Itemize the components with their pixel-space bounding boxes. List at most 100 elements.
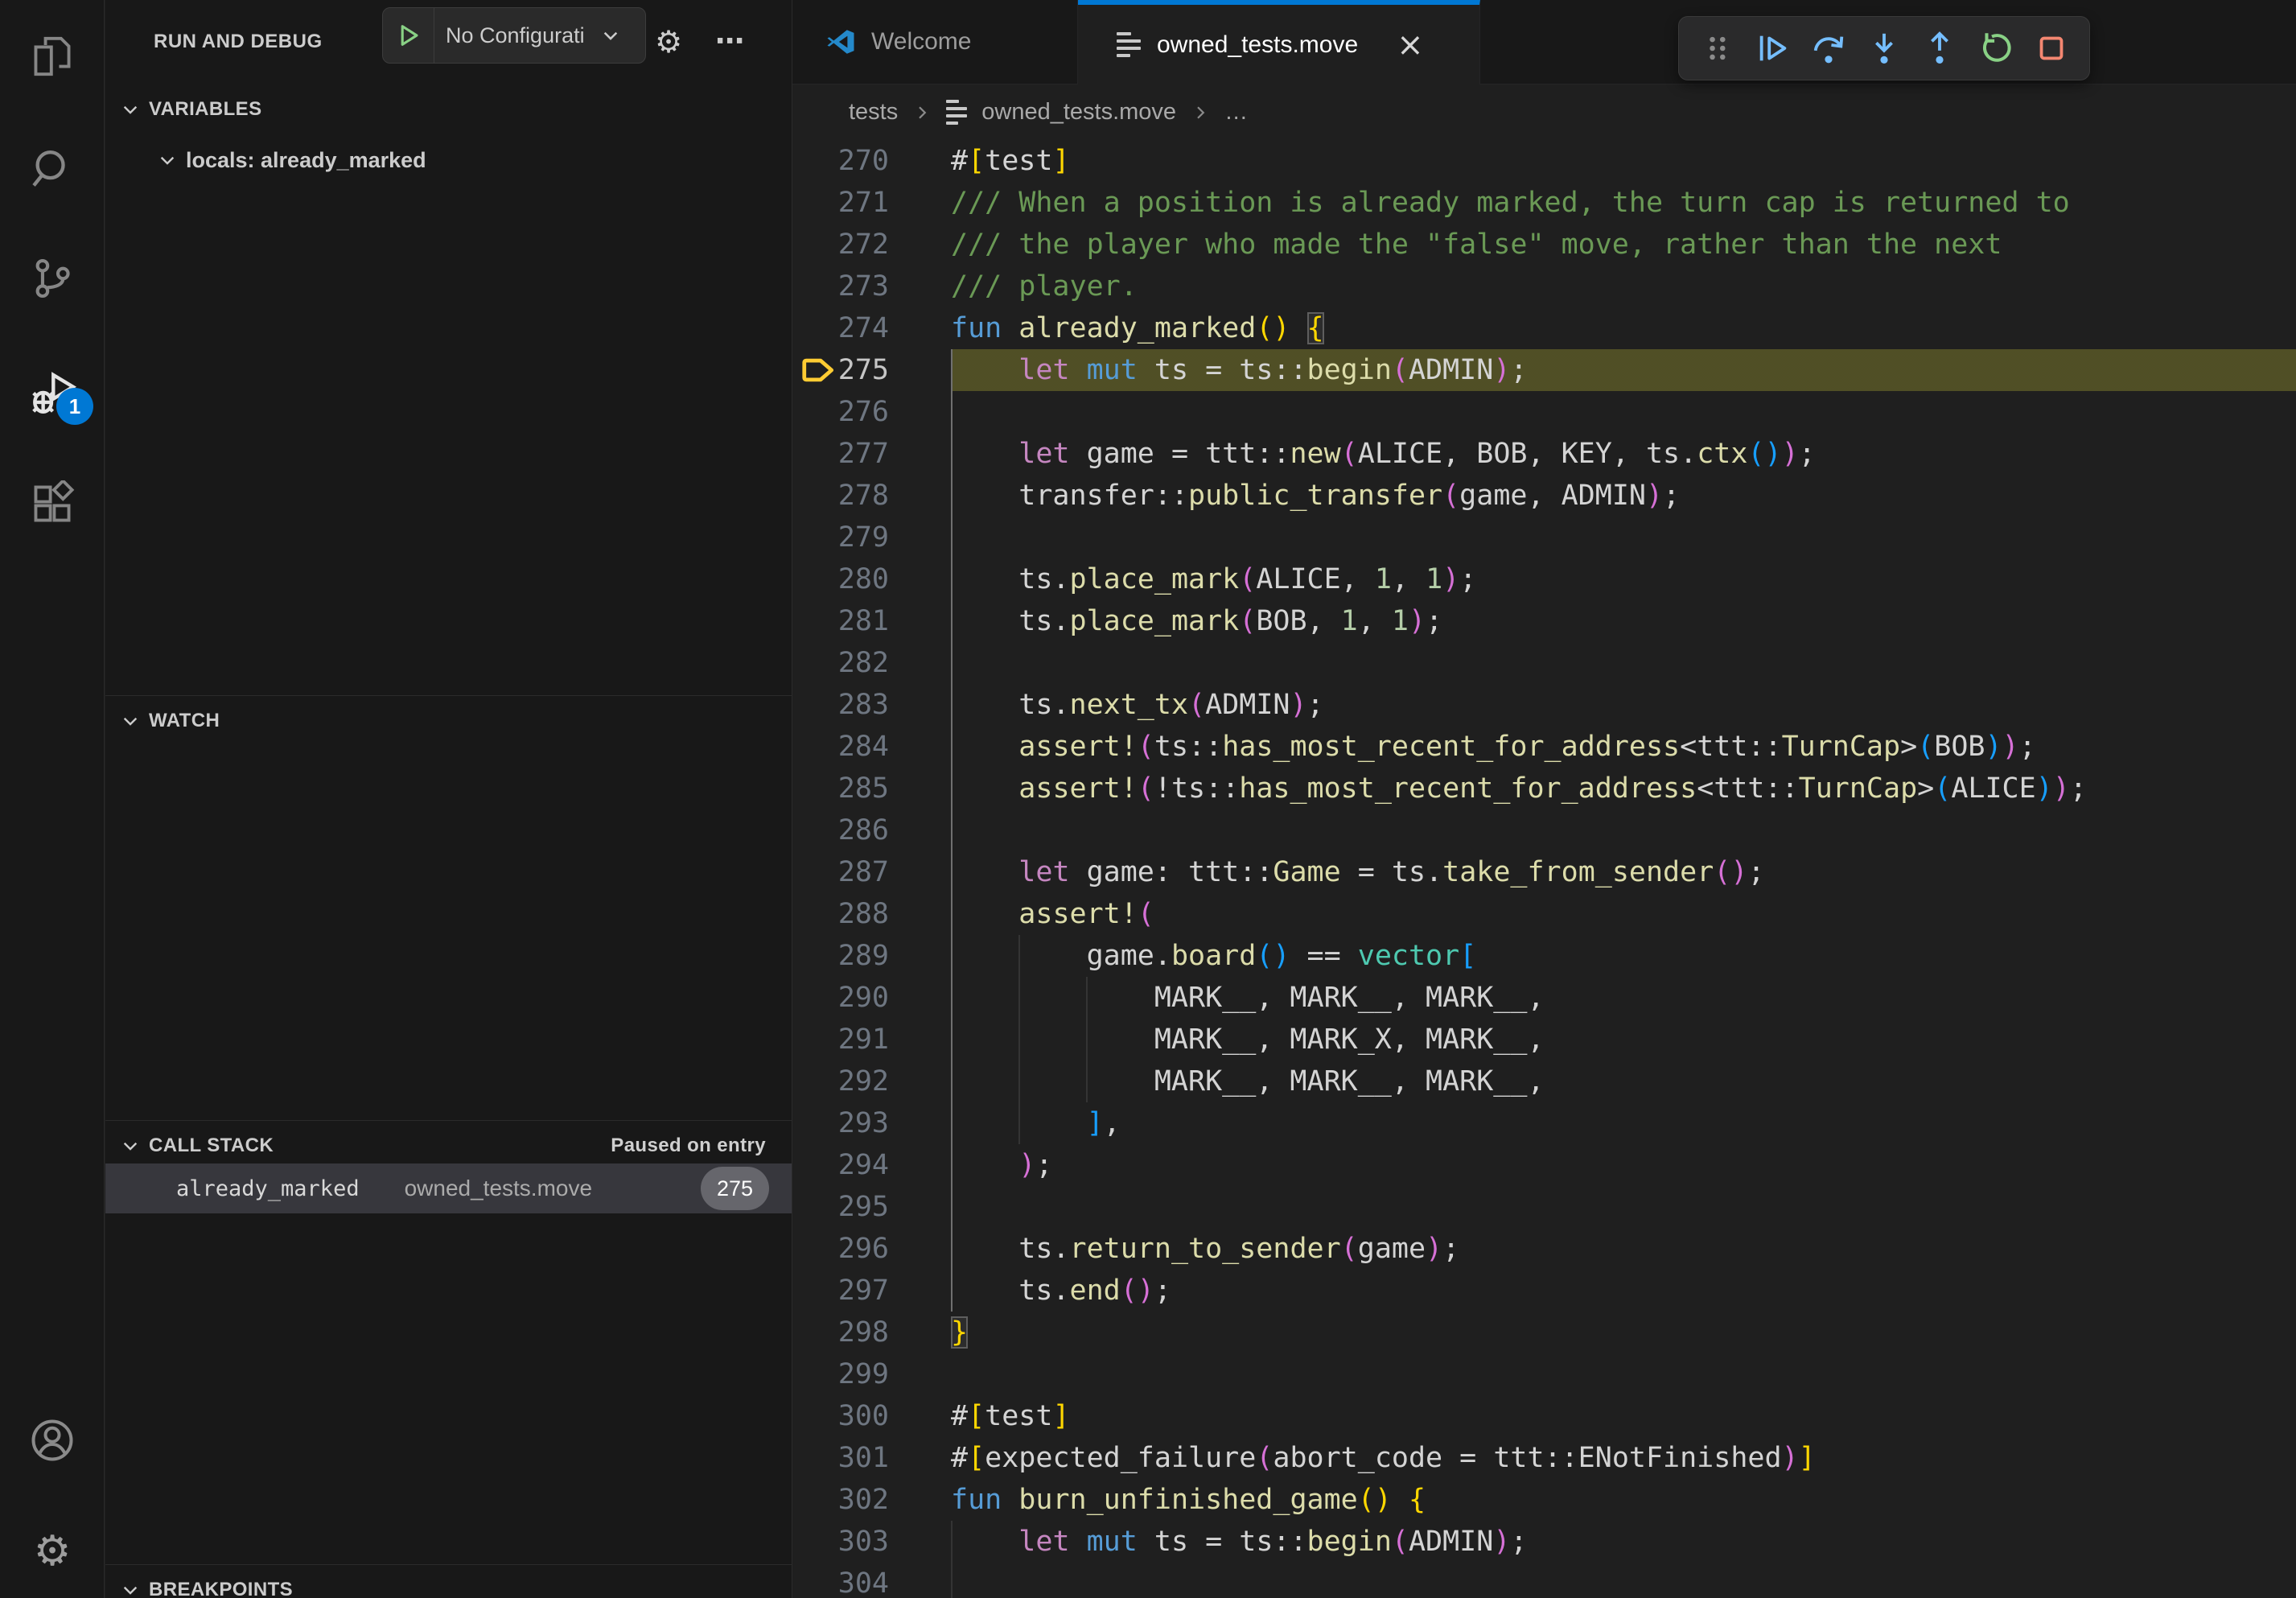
call-stack-section-header[interactable]: CALL STACK Paused on entry xyxy=(105,1125,792,1167)
restart-icon[interactable] xyxy=(1973,26,2018,71)
line-number-gutter[interactable]: 286 xyxy=(792,809,951,851)
breadcrumb-folder[interactable]: tests xyxy=(849,99,898,126)
start-debugging-button[interactable] xyxy=(383,8,434,63)
call-stack-frame-row[interactable]: already_marked owned_tests.move 275 xyxy=(105,1163,792,1213)
line-number-gutter[interactable]: 299 xyxy=(792,1353,951,1395)
line-number-gutter[interactable]: 297 xyxy=(792,1270,951,1312)
code-text: MARK__, MARK_X, MARK__, xyxy=(951,1019,2296,1061)
line-number-gutter[interactable]: 280 xyxy=(792,558,951,600)
code-line[interactable]: 286 xyxy=(792,809,2296,851)
search-icon[interactable] xyxy=(0,129,105,209)
code-line[interactable]: 304 xyxy=(792,1563,2296,1598)
code-area[interactable]: 270#[test]271/// When a position is alre… xyxy=(792,140,2296,1598)
line-number-gutter[interactable]: 302 xyxy=(792,1479,951,1521)
configuration-dropdown[interactable]: No Configurati xyxy=(434,8,645,63)
code-line[interactable]: 279 xyxy=(792,517,2296,558)
code-line[interactable]: 276 xyxy=(792,391,2296,433)
run-and-debug-icon[interactable]: 1 xyxy=(0,352,105,433)
line-number-gutter[interactable]: 276 xyxy=(792,391,951,433)
code-line[interactable]: 302fun burn_unfinished_game() { xyxy=(792,1479,2296,1521)
line-number-gutter[interactable]: 282 xyxy=(792,642,951,684)
code-text: /// When a position is already marked, t… xyxy=(951,182,2296,224)
line-number-gutter[interactable]: 277 xyxy=(792,433,951,475)
line-number-gutter[interactable]: 279 xyxy=(792,517,951,558)
tab-welcome[interactable]: Welcome xyxy=(792,0,1078,84)
code-line[interactable]: 285 assert!(!ts::has_most_recent_for_add… xyxy=(792,768,2296,809)
code-line[interactable]: 298} xyxy=(792,1312,2296,1353)
line-number-gutter[interactable]: 274 xyxy=(792,307,951,349)
code-line[interactable]: 280 ts.place_mark(ALICE, 1, 1); xyxy=(792,558,2296,600)
code-line[interactable]: 273/// player. xyxy=(792,266,2296,307)
debug-settings-gear-icon[interactable]: ⚙ xyxy=(646,0,691,84)
frame-file-name: owned_tests.move xyxy=(405,1176,592,1201)
continue-icon[interactable] xyxy=(1751,26,1796,71)
code-line[interactable]: 299 xyxy=(792,1353,2296,1395)
variables-section-header[interactable]: VARIABLES xyxy=(105,89,792,130)
line-number-gutter[interactable]: 281 xyxy=(792,600,951,642)
breakpoints-section-header[interactable]: BREAKPOINTS xyxy=(105,1569,792,1598)
line-number-gutter[interactable]: 300 xyxy=(792,1395,951,1437)
code-line[interactable]: 282 xyxy=(792,642,2296,684)
stop-icon[interactable] xyxy=(2029,26,2074,71)
line-number-gutter[interactable]: 301 xyxy=(792,1437,951,1479)
watch-section-header[interactable]: WATCH xyxy=(105,700,792,742)
code-line[interactable]: 281 ts.place_mark(BOB, 1, 1); xyxy=(792,600,2296,642)
close-tab-icon[interactable]: × xyxy=(1397,29,1424,61)
step-out-icon[interactable] xyxy=(1917,26,1962,71)
code-line[interactable]: 270#[test] xyxy=(792,140,2296,182)
step-over-icon[interactable] xyxy=(1806,26,1851,71)
account-icon[interactable] xyxy=(0,1400,105,1481)
code-line[interactable]: 294 ); xyxy=(792,1144,2296,1186)
code-line[interactable]: 278 transfer::public_transfer(game, ADMI… xyxy=(792,475,2296,517)
line-number-gutter[interactable]: 283 xyxy=(792,684,951,726)
code-line[interactable]: 284 assert!(ts::has_most_recent_for_addr… xyxy=(792,726,2296,768)
code-line[interactable]: 303 let mut ts = ts::begin(ADMIN); xyxy=(792,1521,2296,1563)
line-number-gutter[interactable]: 287 xyxy=(792,851,951,893)
line-number-gutter[interactable]: 298 xyxy=(792,1312,951,1353)
tab-owned-tests[interactable]: owned_tests.move × xyxy=(1078,0,1480,84)
code-line[interactable]: 271/// When a position is already marked… xyxy=(792,182,2296,224)
code-line[interactable]: 272/// the player who made the "false" m… xyxy=(792,224,2296,266)
line-number-gutter[interactable]: 303 xyxy=(792,1521,951,1563)
code-line[interactable]: 300#[test] xyxy=(792,1395,2296,1437)
line-number-gutter[interactable]: 291 xyxy=(792,1019,951,1061)
line-number-gutter[interactable]: 285 xyxy=(792,768,951,809)
line-number-gutter[interactable]: 295 xyxy=(792,1186,951,1228)
line-number-gutter[interactable]: 270 xyxy=(792,140,951,182)
source-control-icon[interactable] xyxy=(0,238,105,319)
line-number-gutter[interactable]: 273 xyxy=(792,266,951,307)
step-into-icon[interactable] xyxy=(1862,26,1907,71)
code-line[interactable]: 296 ts.return_to_sender(game); xyxy=(792,1228,2296,1270)
line-number-gutter[interactable]: 275 xyxy=(792,349,951,391)
line-number-gutter[interactable]: 292 xyxy=(792,1061,951,1102)
line-number-gutter[interactable]: 293 xyxy=(792,1102,951,1144)
code-line[interactable]: 283 ts.next_tx(ADMIN); xyxy=(792,684,2296,726)
line-number-gutter[interactable]: 288 xyxy=(792,893,951,935)
code-line[interactable]: 277 let game = ttt::new(ALICE, BOB, KEY,… xyxy=(792,433,2296,475)
line-number-gutter[interactable]: 289 xyxy=(792,935,951,977)
breadcrumb-file[interactable]: owned_tests.move xyxy=(981,99,1176,126)
line-number-gutter[interactable]: 272 xyxy=(792,224,951,266)
line-number-gutter[interactable]: 284 xyxy=(792,726,951,768)
views-more-actions-icon[interactable]: ⋯ xyxy=(707,0,752,84)
line-number-gutter[interactable]: 294 xyxy=(792,1144,951,1186)
code-line[interactable]: 297 ts.end(); xyxy=(792,1270,2296,1312)
code-line[interactable]: 274fun already_marked() { xyxy=(792,307,2296,349)
code-line[interactable]: 287 let game: ttt::Game = ts.take_from_s… xyxy=(792,851,2296,893)
line-number-gutter[interactable]: 296 xyxy=(792,1228,951,1270)
chevron-down-icon xyxy=(120,1135,141,1156)
line-number-gutter[interactable]: 271 xyxy=(792,182,951,224)
explorer-icon[interactable] xyxy=(0,16,105,97)
line-number-gutter[interactable]: 304 xyxy=(792,1563,951,1598)
toolbar-drag-grip[interactable] xyxy=(1694,26,1739,71)
line-number-gutter[interactable]: 278 xyxy=(792,475,951,517)
code-line[interactable]: 275 let mut ts = ts::begin(ADMIN); xyxy=(792,349,2296,391)
line-number-gutter[interactable]: 290 xyxy=(792,977,951,1019)
code-line[interactable]: 301#[expected_failure(abort_code = ttt::… xyxy=(792,1437,2296,1479)
breadcrumb-symbol[interactable]: … xyxy=(1224,99,1248,126)
code-line[interactable]: 295 xyxy=(792,1186,2296,1228)
code-line[interactable]: 288 assert!( xyxy=(792,893,2296,935)
settings-gear-icon[interactable]: ⚙ xyxy=(0,1511,105,1592)
extensions-icon[interactable] xyxy=(0,463,105,544)
variables-scope-locals[interactable]: locals: already_marked xyxy=(105,138,792,182)
